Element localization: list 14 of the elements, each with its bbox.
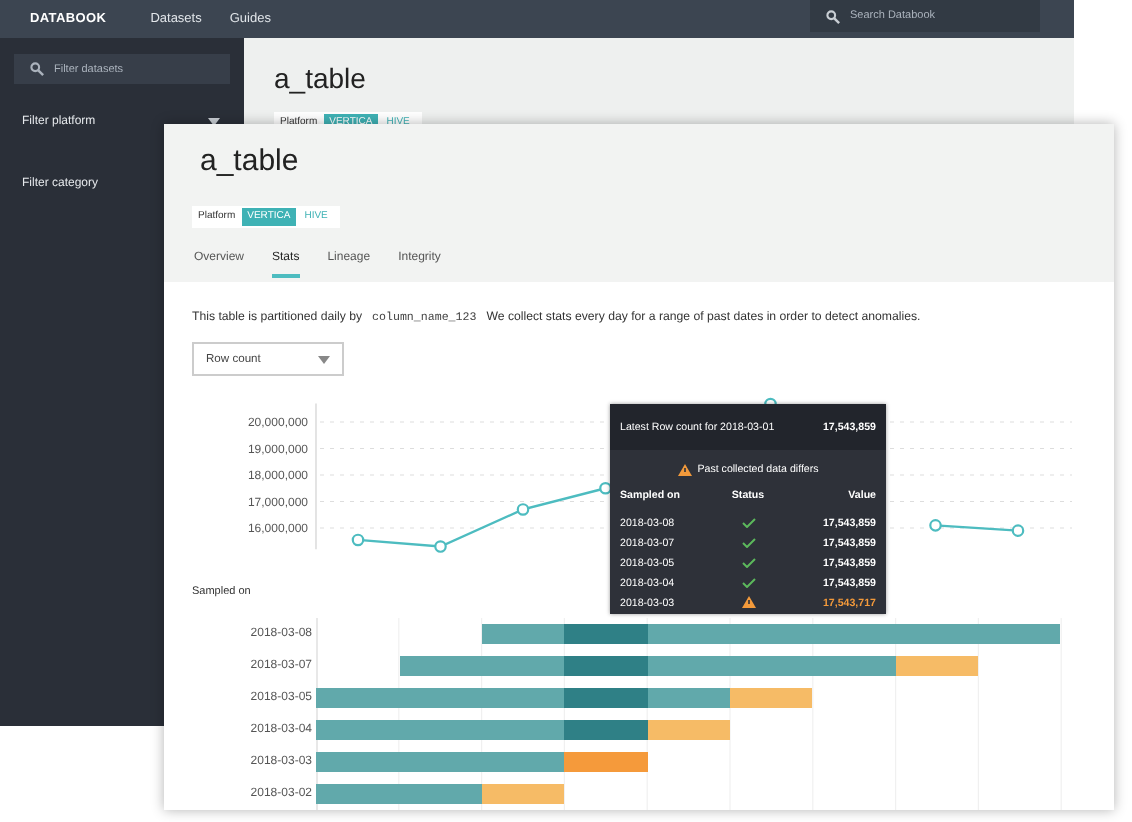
timeline-bar[interactable] [316,720,730,740]
timeline-bar[interactable] [316,688,812,708]
data-point[interactable] [599,481,612,495]
warning-icon [741,596,755,608]
page-title: a_table [200,144,301,180]
timeline-bar[interactable] [316,784,564,804]
timeline-bar[interactable] [482,624,1060,644]
page-title: a_table [274,62,368,94]
search-icon [826,9,840,23]
timeline-bar[interactable] [316,752,648,772]
timeline-bar[interactable] [400,656,978,676]
caret-icon [318,355,330,363]
warning-icon [677,464,692,476]
search-icon [30,62,44,76]
